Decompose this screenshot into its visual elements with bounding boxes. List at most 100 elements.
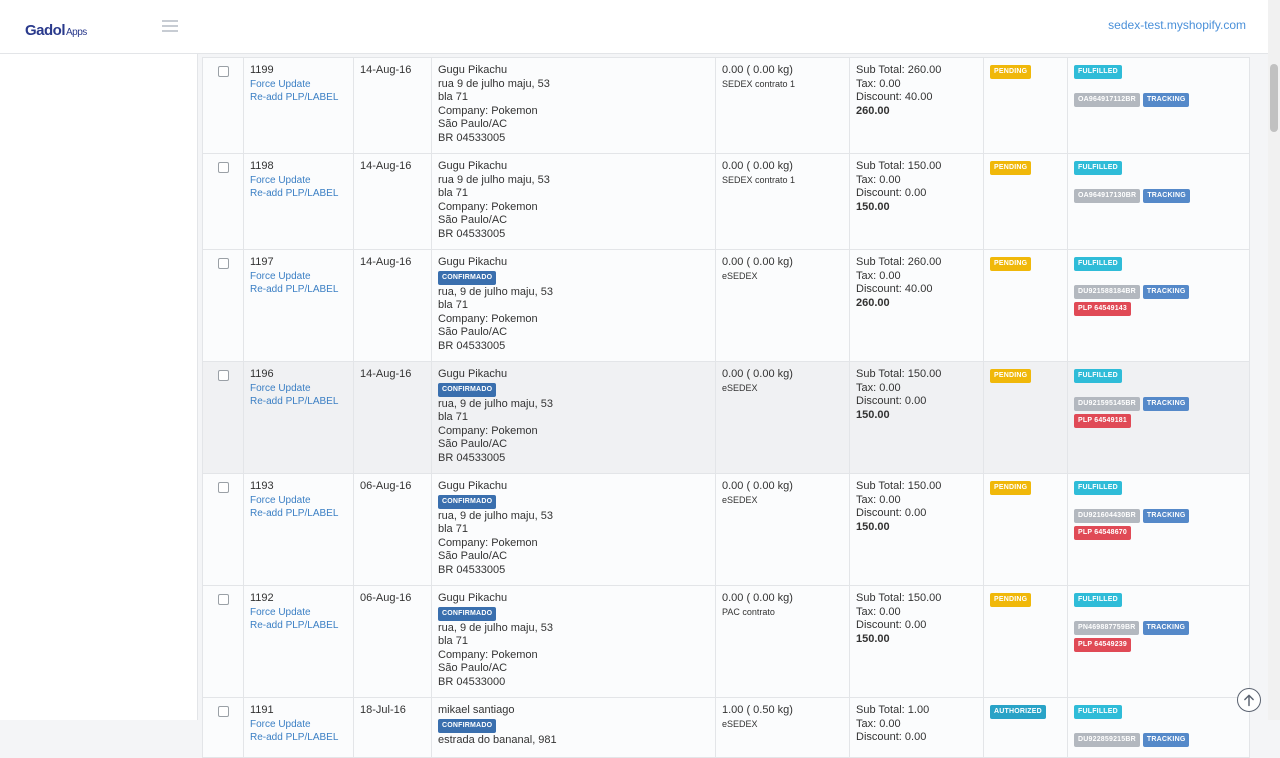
weight: 0.00 ( 0.00 kg) [722, 256, 793, 268]
order-date: 14-Aug-16 [360, 64, 412, 76]
totals-cell: Sub Total: 150.00 Tax: 0.00 Discount: 0.00… [849, 153, 984, 250]
force-update-link[interactable]: Force Update [250, 494, 347, 508]
table-row[interactable]: 1193 Force Update Re-add PLP/LABEL 06-Aug-1… [202, 473, 1250, 586]
fulfillment-cell: FULFILLED PN469887759BR TRACKING PLP 64549… [1067, 585, 1250, 698]
row-checkbox[interactable] [217, 370, 229, 381]
payment-status-badge: PENDING [990, 65, 1032, 79]
tax: Tax: 0.00 [856, 269, 901, 282]
discount: Discount: 0.00 [856, 187, 927, 199]
logo-sub: Apps [66, 27, 87, 38]
tracking-button[interactable]: TRACKING [1142, 509, 1190, 523]
tracking-line: OA964917130BR TRACKING [1074, 188, 1243, 203]
tracking-number-badge: DU921604430BR [1074, 509, 1140, 523]
address-line: São Paulo/AC [438, 550, 508, 562]
tracking-number-badge: DU922859215BR [1074, 733, 1140, 747]
weight: 0.00 ( 0.00 kg) [722, 64, 793, 76]
address-line: Company: Pokemon [438, 648, 538, 661]
date-cell: 14-Aug-16 [353, 57, 432, 154]
address-line: Company: Pokemon [438, 312, 538, 325]
force-update-link[interactable]: Force Update [250, 270, 347, 284]
customer-name: mikael santiago [438, 704, 515, 716]
table-row[interactable]: 1196 Force Update Re-add PLP/LABEL 14-Aug-1… [202, 361, 1250, 474]
select-cell [202, 473, 244, 586]
order-id: 1199 [250, 64, 274, 76]
readd-plp-label-link[interactable]: Re-add PLP/LABEL [250, 619, 347, 633]
address-line: BR 04533005 [438, 131, 506, 144]
customer-name: Gugu Pikachu [438, 256, 508, 268]
shop-link[interactable]: sedex-test.myshopify.com [1108, 18, 1246, 32]
readd-plp-label-link[interactable]: Re-add PLP/LABEL [250, 283, 347, 297]
shipping-cell: Gugu Pikachu CONFIRMADO rua, 9 de julho ma… [431, 361, 716, 474]
table-row[interactable]: 1191 Force Update Re-add PLP/LABEL 18-Jul-1… [202, 697, 1250, 758]
fulfillment-line: FULFILLED [1074, 704, 1243, 719]
tracking-line: DU922859215BR TRACKING [1074, 732, 1243, 747]
force-update-link[interactable]: Force Update [250, 382, 347, 396]
table-row[interactable]: 1198 Force Update Re-add PLP/LABEL 14-Aug-1… [202, 153, 1250, 250]
table-row[interactable]: 1197 Force Update Re-add PLP/LABEL 14-Aug-1… [202, 249, 1250, 362]
order-id: 1196 [250, 368, 274, 380]
readd-plp-label-link[interactable]: Re-add PLP/LABEL [250, 507, 347, 521]
payment-status-badge: PENDING [990, 593, 1032, 607]
subtotal: Sub Total: 150.00 [856, 592, 942, 604]
subtotal: Sub Total: 1.00 [856, 704, 930, 716]
force-update-link[interactable]: Force Update [250, 78, 347, 92]
customer-name: Gugu Pikachu [438, 64, 508, 76]
payment-status-cell: PENDING [983, 585, 1068, 698]
scrollbar-thumb[interactable] [1270, 64, 1278, 132]
row-checkbox[interactable] [217, 162, 229, 173]
row-checkbox[interactable] [217, 594, 229, 605]
force-update-link[interactable]: Force Update [250, 174, 347, 188]
row-checkbox[interactable] [217, 66, 229, 77]
tracking-number-badge: OA964917112BR [1074, 93, 1140, 107]
hamburger-icon[interactable] [162, 20, 178, 32]
address-line: bla 71 [438, 187, 468, 199]
address-line: BR 04533005 [438, 563, 506, 576]
discount: Discount: 0.00 [856, 507, 927, 519]
row-checkbox[interactable] [217, 706, 229, 717]
fulfillment-cell: FULFILLED DU921604430BR TRACKING PLP 64548… [1067, 473, 1250, 586]
tracking-button[interactable]: TRACKING [1143, 189, 1190, 203]
table-row[interactable]: 1199 Force Update Re-add PLP/LABEL 14-Aug-1… [202, 57, 1250, 154]
row-checkbox[interactable] [217, 258, 229, 269]
address-line: São Paulo/AC [438, 214, 508, 226]
tracking-number-badge: DU921588184BR [1074, 285, 1140, 299]
address-line: bla 71 [438, 635, 468, 647]
tracking-button[interactable]: TRACKING [1142, 397, 1190, 411]
scroll-top-button[interactable] [1237, 688, 1261, 712]
discount: Discount: 40.00 [856, 283, 933, 295]
shipping-method-cell: 0.00 ( 0.00 kg) eSEDEX [715, 361, 850, 474]
fulfillment-status-badge: FULFILLED [1074, 369, 1122, 383]
subtotal: Sub Total: 150.00 [856, 160, 942, 172]
discount: Discount: 0.00 [856, 731, 927, 743]
select-cell [202, 585, 244, 698]
order-date: 18-Jul-16 [360, 704, 406, 716]
readd-plp-label-link[interactable]: Re-add PLP/LABEL [250, 187, 347, 201]
app-logo[interactable]: GadolApps [25, 22, 87, 39]
weight: 0.00 ( 0.00 kg) [722, 480, 793, 492]
tracking-number-badge: PN469887759BR [1074, 621, 1140, 635]
readd-plp-label-link[interactable]: Re-add PLP/LABEL [250, 731, 347, 745]
tracking-number-badge: OA964917130BR [1074, 189, 1141, 203]
table-row[interactable]: 1192 Force Update Re-add PLP/LABEL 06-Aug-1… [202, 585, 1250, 698]
date-cell: 14-Aug-16 [353, 249, 432, 362]
sidebar [0, 54, 198, 720]
weight: 0.00 ( 0.00 kg) [722, 592, 793, 604]
readd-plp-label-link[interactable]: Re-add PLP/LABEL [250, 395, 347, 409]
order-total: 150.00 [856, 520, 890, 533]
tracking-button[interactable]: TRACKING [1142, 621, 1190, 635]
address-line: Company: Pokemon [438, 536, 538, 549]
tracking-button[interactable]: TRACKING [1142, 285, 1190, 299]
tracking-button[interactable]: TRACKING [1142, 93, 1190, 107]
address-line: rua 9 de julho maju, 53 [438, 173, 550, 186]
discount: Discount: 0.00 [856, 619, 927, 631]
fulfillment-cell: FULFILLED DU922859215BR TRACKING [1067, 697, 1250, 758]
fulfillment-line: FULFILLED [1074, 160, 1243, 175]
readd-plp-label-link[interactable]: Re-add PLP/LABEL [250, 91, 347, 105]
force-update-link[interactable]: Force Update [250, 606, 347, 620]
row-checkbox[interactable] [217, 482, 229, 493]
totals-cell: Sub Total: 150.00 Tax: 0.00 Discount: 0.00… [849, 585, 984, 698]
scrollbar[interactable] [1268, 0, 1280, 720]
tracking-button[interactable]: TRACKING [1142, 733, 1190, 747]
shipping-service: PAC contrato [722, 606, 775, 617]
address-line: BR 04533005 [438, 227, 506, 240]
